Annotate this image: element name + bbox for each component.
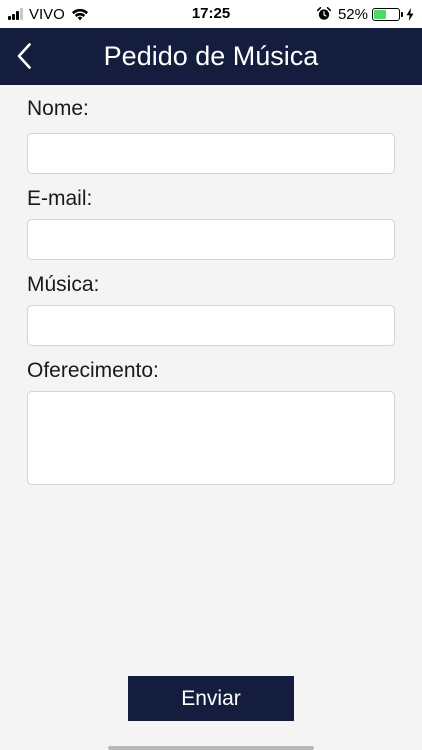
dedication-label: Oferecimento:	[27, 359, 159, 382]
email-label: E-mail:	[27, 187, 93, 210]
name-label: Nome:	[27, 97, 89, 120]
status-right: 52%	[316, 5, 414, 23]
page-title: Pedido de Música	[103, 41, 319, 71]
status-bar: VIVO 17:25 52%	[0, 0, 422, 28]
song-request-form: Nome: E-mail: Música: Oferecimento:	[27, 85, 395, 485]
submit-button[interactable]: Enviar	[128, 676, 294, 721]
song-label: Música:	[27, 273, 100, 296]
song-input[interactable]	[27, 305, 395, 346]
alarm-icon	[316, 7, 331, 20]
battery-percent: 52%	[337, 5, 368, 23]
name-input[interactable]	[27, 133, 395, 174]
home-indicator	[108, 746, 314, 750]
battery-icon	[372, 7, 400, 21]
navigation-bar: Pedido de Música	[0, 28, 422, 85]
charging-bolt-icon	[406, 7, 414, 21]
battery-tip	[401, 11, 403, 17]
dedication-textarea[interactable]	[27, 391, 395, 485]
email-input[interactable]	[27, 219, 395, 260]
battery-level-fill	[374, 9, 387, 19]
